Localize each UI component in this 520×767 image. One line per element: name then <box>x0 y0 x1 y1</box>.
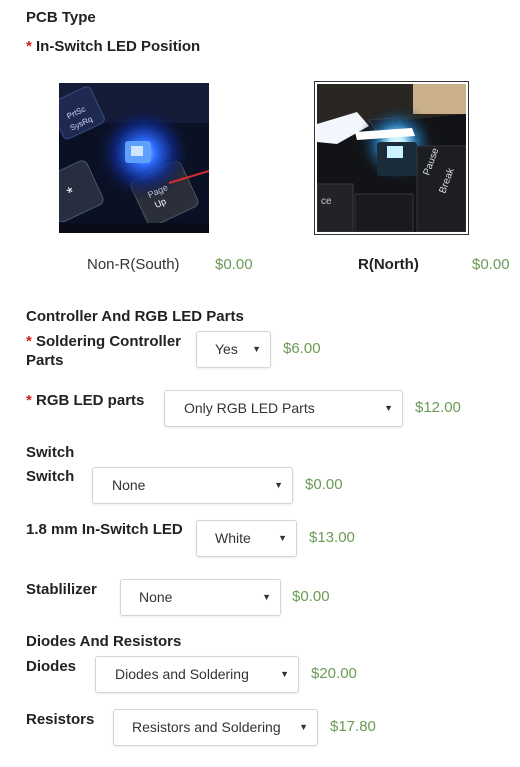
diodes-value: Diodes and Soldering <box>115 666 249 682</box>
switch-price: $0.00 <box>305 476 343 493</box>
chevron-down-icon: ▼ <box>274 480 283 490</box>
resistors-label: Resistors <box>26 711 95 728</box>
rgb-led-parts-label: * RGB LED parts <box>26 392 145 409</box>
rgb-led-parts-price: $12.00 <box>415 399 461 416</box>
resistors-price: $17.80 <box>330 718 376 735</box>
required-asterisk-icon: * <box>26 333 32 350</box>
led-option-r-label[interactable]: R(North) <box>358 256 419 273</box>
required-asterisk-icon: * <box>26 38 32 55</box>
in-switch-led-value: White <box>215 530 251 546</box>
led-option-r-price: $0.00 <box>472 256 510 273</box>
required-asterisk-icon: * <box>26 392 32 409</box>
diodes-select[interactable]: Diodes and Soldering ▼ <box>95 656 299 693</box>
resistors-value: Resistors and Soldering <box>132 719 281 735</box>
in-switch-led-price: $13.00 <box>309 529 355 546</box>
soldering-controller-select[interactable]: Yes ▼ <box>196 331 271 368</box>
switch-section-heading: Switch <box>26 444 75 461</box>
stabilizer-label: Stablilizer <box>26 581 97 598</box>
diodes-label: Diodes <box>26 658 77 675</box>
chevron-down-icon: ▼ <box>384 403 393 413</box>
led-position-heading: * In-Switch LED Position <box>26 38 200 55</box>
chevron-down-icon: ▼ <box>262 592 271 602</box>
led-option-non-r-label[interactable]: Non-R(South) <box>87 256 180 273</box>
led-option-non-r-image[interactable]: PrtSc SysRq * Page Up <box>59 83 209 233</box>
resistors-select[interactable]: Resistors and Soldering ▼ <box>113 709 318 746</box>
chevron-down-icon: ▼ <box>278 533 287 543</box>
chevron-down-icon: ▼ <box>280 669 289 679</box>
pcb-type-heading: PCB Type <box>26 9 96 26</box>
led-position-title: In-Switch LED Position <box>36 38 201 55</box>
rgb-led-parts-select[interactable]: Only RGB LED Parts ▼ <box>164 390 403 427</box>
stabilizer-price: $0.00 <box>292 588 330 605</box>
soldering-controller-value: Yes <box>215 341 238 357</box>
switch-label: Switch <box>26 468 75 485</box>
led-option-non-r-price: $0.00 <box>215 256 253 273</box>
keyboard-north-led-photo: Pause Break ce <box>316 84 467 233</box>
svg-text:ce: ce <box>321 196 332 207</box>
controller-section-heading: Controller And RGB LED Parts <box>26 308 244 325</box>
stabilizer-select[interactable]: None ▼ <box>120 579 281 616</box>
stabilizer-value: None <box>139 589 173 605</box>
chevron-down-icon: ▼ <box>299 722 308 732</box>
soldering-controller-price: $6.00 <box>283 340 321 357</box>
led-option-r-image[interactable]: Pause Break ce <box>314 81 469 235</box>
switch-value: None <box>112 477 146 493</box>
in-switch-led-label: 1.8 mm In-Switch LED <box>26 521 183 538</box>
chevron-down-icon: ▼ <box>252 344 261 354</box>
keyboard-south-led-photo: PrtSc SysRq * Page Up <box>59 83 209 233</box>
diodes-price: $20.00 <box>311 665 357 682</box>
in-switch-led-select[interactable]: White ▼ <box>196 520 297 557</box>
switch-select[interactable]: None ▼ <box>92 467 293 504</box>
diodes-section-heading: Diodes And Resistors <box>26 633 182 650</box>
rgb-led-parts-value: Only RGB LED Parts <box>184 400 315 416</box>
soldering-controller-label: * Soldering Controller Parts <box>26 333 182 369</box>
